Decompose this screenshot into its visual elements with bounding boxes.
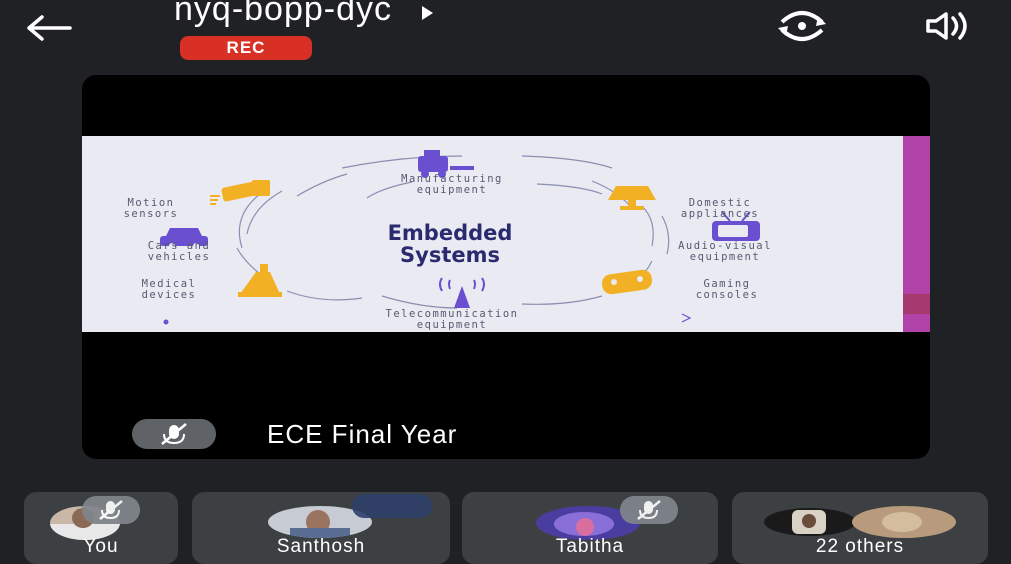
gamepad-icon xyxy=(602,269,652,295)
participant-tile-others[interactable]: 22 others xyxy=(732,492,988,564)
motion-sensor-icon xyxy=(210,180,270,205)
label-motion-line2: sensors xyxy=(123,208,179,220)
back-button[interactable] xyxy=(24,14,74,42)
cursor-mark xyxy=(681,313,692,323)
slide-edge-spot xyxy=(903,294,930,314)
label-domestic: Domestic appliances xyxy=(650,198,790,220)
label-gaming-line2: consoles xyxy=(695,289,759,301)
lamp-icon xyxy=(608,186,656,210)
label-manufacturing: Manufacturing equipment xyxy=(332,174,572,196)
slide-title-line2: Systems xyxy=(400,243,500,267)
presenter-name: ECE Final Year xyxy=(267,419,458,449)
label-cars-line2: vehicles xyxy=(147,251,211,263)
mic-off-icon xyxy=(99,500,123,520)
back-arrow-icon xyxy=(27,15,72,41)
slide-title-line1: Embedded xyxy=(387,221,513,245)
avatar xyxy=(764,508,856,536)
participant-mic-status xyxy=(620,496,678,524)
slide-title: Embedded Systems xyxy=(320,222,580,266)
label-audio-visual: Audio-visual equipment xyxy=(650,241,800,263)
label-cars: Cars and vehicles xyxy=(124,241,234,263)
label-medical-line2: devices xyxy=(141,289,197,301)
label-telecom-line2: equipment xyxy=(416,319,488,331)
play-caret-icon xyxy=(422,5,434,20)
meeting-title-button[interactable]: nyq-bopp-dyc xyxy=(174,0,434,29)
participant-mic-status xyxy=(82,496,140,524)
participant-name: You xyxy=(83,536,119,557)
label-medical: Medical devices xyxy=(124,279,214,301)
participant-name: Tabitha xyxy=(555,536,625,557)
mic-off-icon xyxy=(161,423,187,445)
top-bar: nyq-bopp-dyc REC xyxy=(0,0,1011,70)
participant-name: 22 others xyxy=(815,536,905,557)
label-domestic-line2: appliances xyxy=(680,208,760,220)
medical-device-icon xyxy=(238,264,282,297)
label-gaming: Gaming consoles xyxy=(672,279,782,301)
shared-slide: Manufacturing equipment Domestic applian… xyxy=(82,136,930,332)
label-telecom: Telecommunication equipment xyxy=(337,309,567,331)
speaking-indicator xyxy=(352,494,432,518)
participant-tile-tabitha[interactable]: Tabitha xyxy=(462,492,718,564)
speaker-icon xyxy=(926,12,967,40)
label-audio-visual-line2: equipment xyxy=(689,251,761,263)
participant-tile-you[interactable]: You xyxy=(24,492,178,564)
presenter-mic-status xyxy=(132,419,216,449)
meeting-code: nyq-bopp-dyc xyxy=(174,0,393,28)
participant-name: Santhosh xyxy=(276,536,366,557)
antenna-icon xyxy=(439,277,485,308)
presentation-stage[interactable]: Manufacturing equipment Domestic applian… xyxy=(82,75,930,459)
flip-camera-button[interactable] xyxy=(772,6,832,46)
participant-tile-santhosh[interactable]: Santhosh xyxy=(192,492,450,564)
recording-badge: REC xyxy=(180,36,312,60)
pointer-dot xyxy=(163,319,169,325)
avatar xyxy=(852,506,956,538)
presenter-footer: ECE Final Year xyxy=(82,409,930,459)
label-manufacturing-line2: equipment xyxy=(416,184,488,196)
mic-off-icon xyxy=(637,500,661,520)
slide-edge-bar xyxy=(903,136,930,332)
speaker-button[interactable] xyxy=(918,6,978,46)
label-motion: Motion sensors xyxy=(106,198,196,220)
flip-camera-icon xyxy=(778,11,826,41)
